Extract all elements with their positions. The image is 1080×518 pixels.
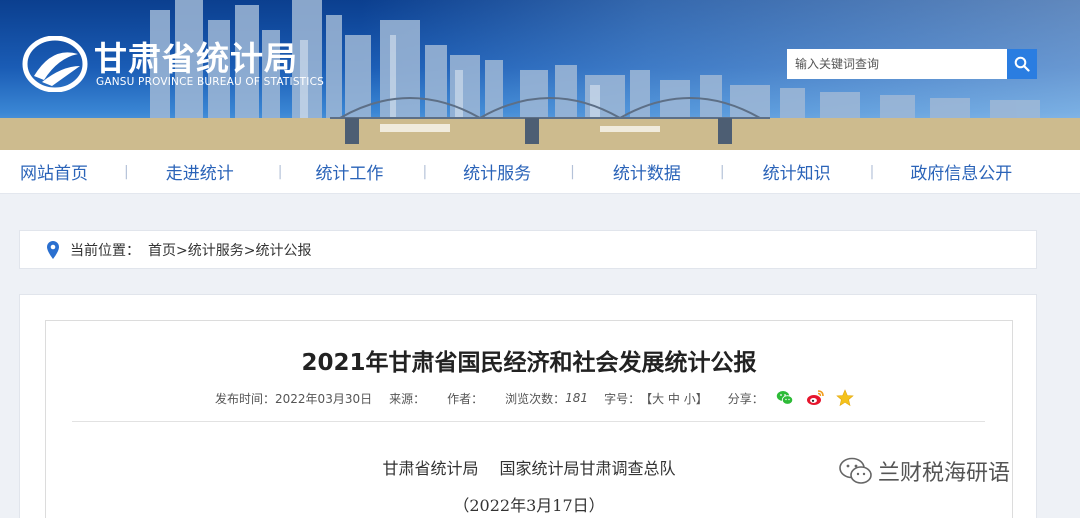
search-box — [787, 49, 1037, 79]
article-meta: 发布时间： 2022年03月30日 来源： 作者： 浏览次数： 181 字号： … — [215, 388, 854, 408]
nav-item-work[interactable]: 统计工作 — [315, 159, 383, 184]
wechat-watermark: 兰财税海研语 — [838, 455, 1010, 487]
source-label: 来源： — [389, 391, 426, 406]
nav-separator: | — [422, 163, 428, 180]
header-banner: 甘肃省统计局 GANSU PROVINCE BUREAU OF STATISTI… — [0, 0, 1080, 150]
breadcrumb-label: 当前位置： — [70, 242, 140, 259]
nav-separator: | — [277, 163, 283, 180]
favorite-star-icon[interactable] — [835, 389, 854, 407]
views-count: 181 — [565, 391, 589, 405]
search-button[interactable] — [1007, 49, 1037, 79]
article-title: 2021年甘肃省国民经济和社会发展统计公报 — [301, 350, 757, 376]
wechat-watermark-icon — [839, 457, 872, 484]
nav-item-gov-info[interactable]: 政府信息公开 — [910, 159, 1012, 184]
breadcrumb: 当前位置： 首页>统计服务>统计公报 — [19, 230, 1037, 269]
weibo-icon[interactable] — [806, 389, 824, 407]
bureau-logo-icon — [22, 36, 88, 92]
share-label: 分享： — [727, 391, 764, 406]
site-logo[interactable]: 甘肃省统计局 GANSU PROVINCE BUREAU OF STATISTI… — [22, 30, 324, 100]
meta-divider — [72, 421, 985, 422]
search-input[interactable] — [787, 49, 1007, 79]
main-nav: 网站首页 | 走进统计 | 统计工作 | 统计服务 | 统计数据 | 统计知识 … — [0, 150, 1080, 194]
breadcrumb-path[interactable]: 首页>统计服务>统计公报 — [148, 240, 311, 260]
nav-separator: | — [719, 163, 725, 180]
author-label: 作者： — [447, 391, 484, 406]
publish-date: 2022年03月30日 — [275, 391, 373, 406]
nav-separator: | — [869, 163, 875, 180]
nav-item-about[interactable]: 走进统计 — [166, 159, 234, 184]
font-size-label: 字号： — [604, 391, 641, 406]
logo-title: 甘肃省统计局 — [94, 39, 298, 78]
views-label: 浏览次数： — [505, 391, 566, 406]
nav-item-knowledge[interactable]: 统计知识 — [763, 159, 831, 184]
nav-item-data[interactable]: 统计数据 — [613, 159, 681, 184]
article-date: （2022年3月17日） — [453, 496, 605, 515]
wechat-icon[interactable] — [776, 389, 794, 407]
nav-separator: | — [124, 163, 129, 180]
search-icon — [1014, 56, 1030, 72]
nav-separator: | — [570, 163, 575, 180]
watermark-text: 兰财税海研语 — [878, 461, 1011, 486]
nav-item-services[interactable]: 统计服务 — [463, 159, 531, 184]
font-size-options[interactable]: 【大 中 小】 — [640, 390, 708, 407]
nav-item-home[interactable]: 网站首页 — [20, 159, 88, 184]
location-pin-icon — [47, 240, 59, 259]
publish-label: 发布时间： — [215, 391, 276, 406]
logo-subtitle: GANSU PROVINCE BUREAU OF STATISTICS — [96, 76, 324, 88]
